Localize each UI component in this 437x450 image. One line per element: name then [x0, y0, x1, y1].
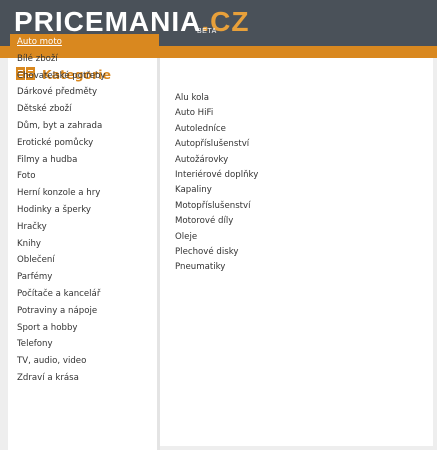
logo-mania: MANIA — [104, 6, 202, 37]
subcategory-item[interactable]: Oleje — [175, 230, 258, 245]
category-item[interactable]: Knihy — [10, 236, 159, 253]
category-item[interactable]: Dům, byt a zahrada — [10, 118, 159, 135]
category-item[interactable]: Chovatelské potřeby — [10, 68, 159, 85]
category-item[interactable]: TV, audio, video — [10, 353, 159, 370]
logo-beta-label: BETA — [197, 28, 217, 35]
category-item[interactable]: Telefony — [10, 336, 159, 353]
category-item[interactable]: Oblečení — [10, 252, 159, 269]
subcategory-item[interactable]: Autopříslušenství — [175, 137, 258, 152]
category-item[interactable]: Foto — [10, 168, 159, 185]
category-item[interactable]: Erotické pomůcky — [10, 135, 159, 152]
category-item[interactable]: Filmy a hudba — [10, 152, 159, 169]
subcategory-item[interactable]: Kapaliny — [175, 183, 258, 198]
category-item[interactable]: Počítače a kancelář — [10, 286, 159, 303]
category-item[interactable]: Hračky — [10, 219, 159, 236]
subcategory-item[interactable]: Motorové díly — [175, 214, 258, 229]
category-item[interactable]: Sport a hobby — [10, 320, 159, 337]
category-item[interactable]: Herní konzole a hry — [10, 185, 159, 202]
subcategory-item[interactable]: Interiérové doplňky — [175, 168, 258, 183]
subcategory-item[interactable]: Motopříslušenství — [175, 199, 258, 214]
category-item[interactable]: Zdraví a krása — [10, 370, 159, 387]
category-item[interactable]: Dárkové předměty — [10, 84, 159, 101]
category-list: Auto moto Bílé zboží Chovatelské potřeby Dá… — [10, 34, 159, 387]
category-item[interactable]: Parfémy — [10, 269, 159, 286]
category-item[interactable]: Auto moto — [10, 34, 159, 51]
subcategory-item[interactable]: Auto HiFi — [175, 106, 258, 121]
subcategory-item[interactable]: Alu kola — [175, 91, 258, 106]
subcategory-item[interactable]: Autoledníce — [175, 122, 258, 137]
subcategory-item[interactable]: Pneumatiky — [175, 260, 258, 275]
category-item[interactable]: Hodinky a šperky — [10, 202, 159, 219]
subcategory-item[interactable]: Plechové disky — [175, 245, 258, 260]
category-item[interactable]: Potraviny a nápoje — [10, 303, 159, 320]
category-item[interactable]: Dětské zboží — [10, 101, 159, 118]
subcategory-item[interactable]: Autožárovky — [175, 153, 258, 168]
logo-price: PRICE — [14, 6, 105, 37]
category-item[interactable]: Bílé zboží — [10, 51, 159, 68]
subcategory-list: Alu kola Auto HiFi Autoledníce Autopřísluše… — [175, 91, 258, 276]
